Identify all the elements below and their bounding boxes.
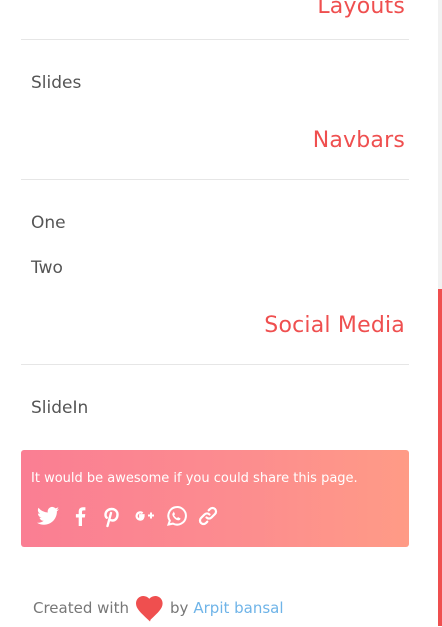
scrollbar-track[interactable] <box>438 0 442 626</box>
menu-item-slides[interactable]: Slides <box>31 73 81 93</box>
facebook-icon[interactable] <box>67 503 93 529</box>
link-icon[interactable] <box>195 503 221 529</box>
heart-icon <box>134 593 166 623</box>
google-plus-icon[interactable] <box>131 503 157 529</box>
section-title-navbars: Navbars <box>312 128 405 153</box>
author-link[interactable]: Arpit bansal <box>193 599 283 617</box>
footer-created-with: Created with <box>33 599 129 617</box>
menu-item-one[interactable]: One <box>31 213 66 233</box>
divider <box>21 179 409 180</box>
divider <box>21 364 409 365</box>
share-box: It would be awesome if you could share t… <box>21 450 409 547</box>
menu-item-slidein[interactable]: SlideIn <box>31 398 88 418</box>
footer-by: by <box>169 599 189 617</box>
share-text: It would be awesome if you could share t… <box>31 471 358 486</box>
share-icons <box>35 502 227 530</box>
pinterest-icon[interactable] <box>99 503 125 529</box>
menu-item-two[interactable]: Two <box>31 258 63 278</box>
scrollbar-thumb[interactable] <box>438 289 442 626</box>
section-title-social-media: Social Media <box>264 313 405 338</box>
footer: Created with by Arpit bansal <box>33 592 284 624</box>
whatsapp-icon[interactable] <box>163 503 189 529</box>
section-title-layouts: Layouts <box>317 0 405 19</box>
divider <box>21 39 409 40</box>
page: Layouts Slides Navbars One Two Social Me… <box>0 0 438 626</box>
twitter-icon[interactable] <box>35 503 61 529</box>
